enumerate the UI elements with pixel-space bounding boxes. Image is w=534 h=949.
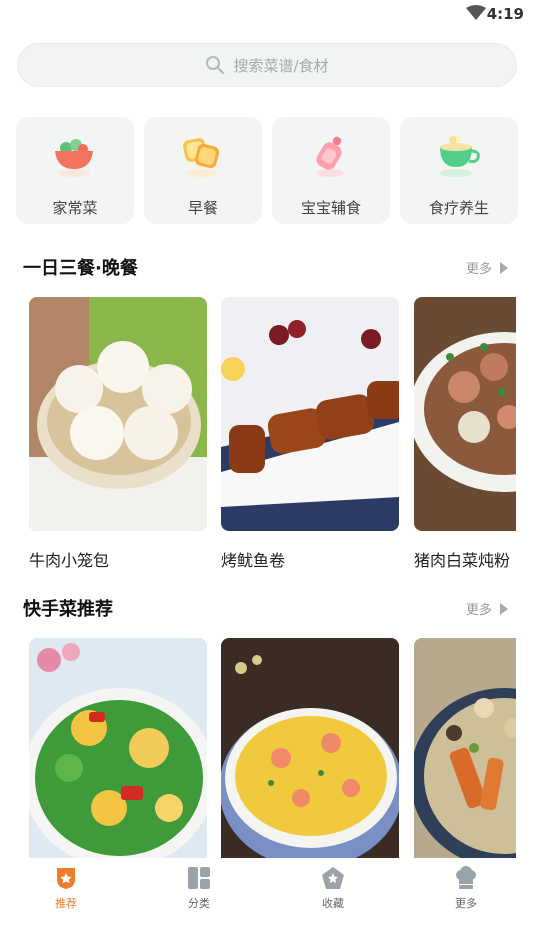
recipe-name: 牛肉小笼包	[29, 551, 110, 570]
recipe-image	[221, 297, 407, 531]
recipe-name: 烤鱿鱼卷	[221, 551, 286, 570]
baby-bottle-icon	[316, 136, 344, 177]
chevron-right-icon	[500, 261, 508, 274]
recommend-icon	[57, 868, 75, 889]
recipe-card[interactable]	[29, 638, 215, 858]
tab-label: 分类	[188, 897, 210, 910]
recipe-image	[410, 638, 516, 858]
category-grid: 家常菜 早餐 宝宝辅食 食疗养生	[16, 117, 518, 224]
category-label: 食疗养生	[428, 199, 489, 217]
favorite-icon	[322, 867, 344, 889]
search-icon	[206, 56, 225, 75]
category-home-cooking[interactable]: 家常菜	[16, 117, 134, 224]
tab-more[interactable]: 更多	[431, 866, 501, 911]
category-icon	[188, 867, 210, 889]
category-label: 家常菜	[52, 199, 98, 217]
recipe-image	[219, 638, 403, 858]
category-baby-food[interactable]: 宝宝辅食	[272, 117, 390, 224]
chef-hat-icon	[456, 866, 476, 889]
category-dietary-health[interactable]: 食疗养生	[400, 117, 518, 224]
section-title: 一日三餐·晚餐	[23, 258, 138, 279]
tab-label: 收藏	[322, 897, 344, 910]
recipe-card[interactable]: 猪肉白菜炖粉	[409, 297, 516, 571]
recipe-name: 猪肉白菜炖粉	[414, 551, 511, 570]
more-link[interactable]: 更多	[466, 258, 508, 277]
category-label: 宝宝辅食	[300, 199, 361, 217]
tab-favorites[interactable]: 收藏	[298, 866, 368, 911]
search-bar[interactable]: 搜索菜谱/食材	[17, 43, 517, 87]
bowl-icon	[55, 139, 93, 177]
recipe-card[interactable]: 烤鱿鱼卷	[221, 297, 407, 571]
bottom-tab-bar: 推荐 分类 收藏 更多	[0, 858, 534, 949]
recipe-row: 牛肉小笼包 烤鱿鱼卷 猪肉白菜炖粉	[29, 297, 516, 587]
recipe-card[interactable]: 牛肉小笼包	[29, 297, 207, 571]
category-label: 早餐	[187, 199, 218, 217]
wifi-icon	[466, 5, 486, 20]
recipe-card[interactable]	[410, 638, 516, 858]
tab-label: 推荐	[55, 897, 77, 910]
recipe-card[interactable]	[219, 638, 403, 858]
more-link[interactable]: 更多	[466, 599, 508, 618]
recipe-image	[29, 638, 215, 858]
chevron-right-icon	[500, 602, 508, 615]
status-time: 4:19	[486, 5, 524, 23]
tab-label: 更多	[455, 897, 477, 910]
tea-cup-icon	[440, 136, 480, 177]
recipe-image	[409, 297, 516, 531]
recipe-image	[29, 297, 207, 531]
tab-recommend[interactable]: 推荐	[31, 866, 101, 911]
more-label: 更多	[465, 262, 492, 277]
search-placeholder: 搜索菜谱/食材	[233, 56, 329, 75]
tab-category[interactable]: 分类	[164, 866, 234, 911]
status-bar: 4:19	[0, 0, 534, 30]
section-title: 快手菜推荐	[23, 599, 113, 620]
more-label: 更多	[465, 603, 492, 618]
category-breakfast[interactable]: 早餐	[144, 117, 262, 224]
toast-icon	[183, 138, 220, 177]
recipe-row	[29, 638, 516, 858]
